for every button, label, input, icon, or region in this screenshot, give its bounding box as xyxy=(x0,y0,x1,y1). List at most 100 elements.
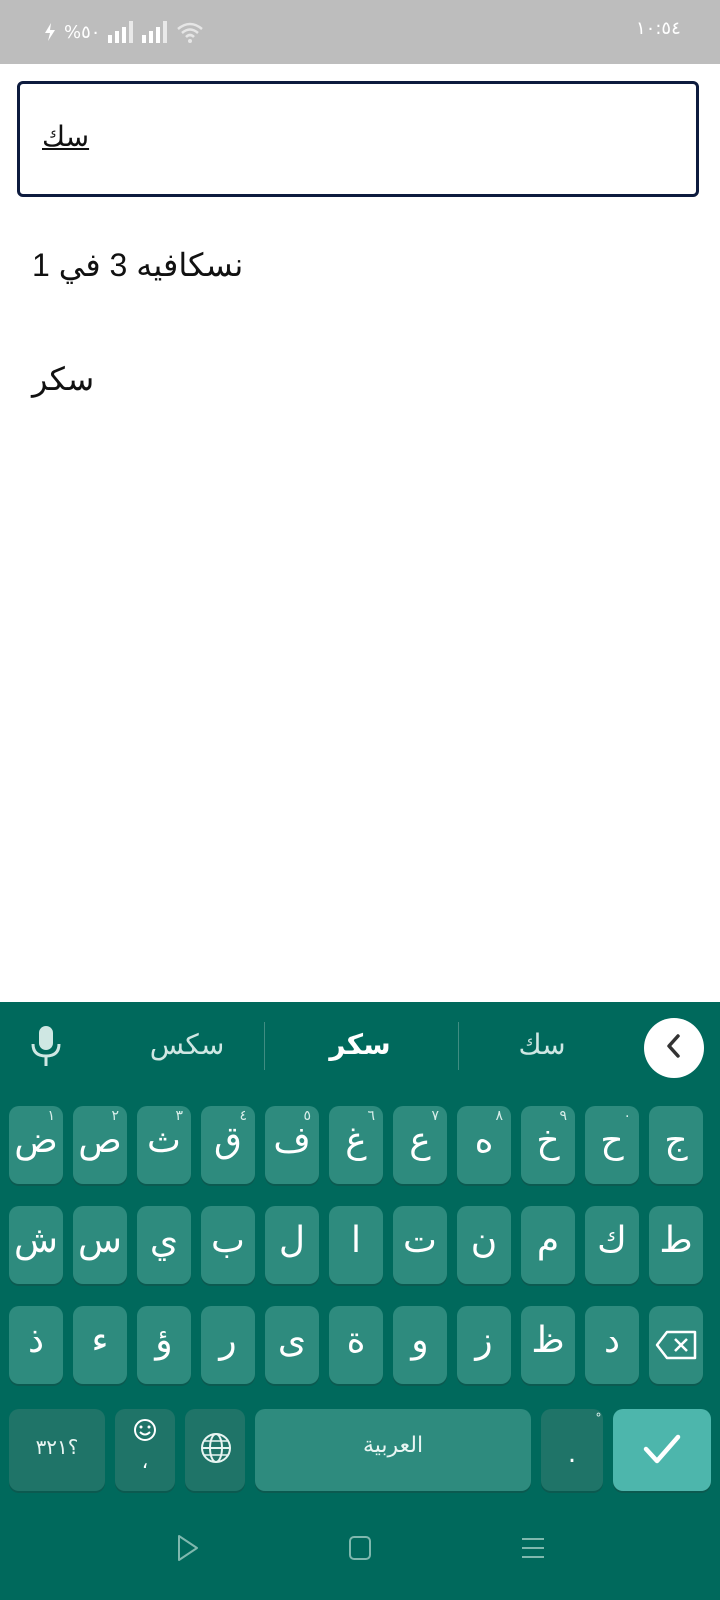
letter-key[interactable]: ذ xyxy=(9,1306,63,1384)
key-char: ث xyxy=(147,1120,181,1161)
home-icon[interactable] xyxy=(348,1534,372,1566)
menu-icon[interactable] xyxy=(520,1534,546,1566)
letter-key[interactable]: س xyxy=(73,1206,127,1284)
letter-key[interactable]: ت xyxy=(393,1206,447,1284)
letter-key[interactable]: ى xyxy=(265,1306,319,1384)
letter-key[interactable]: و xyxy=(393,1306,447,1384)
letter-key[interactable]: ز xyxy=(457,1306,511,1384)
letter-key[interactable]: ا xyxy=(329,1206,383,1284)
status-icons: %٥٠ xyxy=(44,18,204,46)
letter-key[interactable]: د xyxy=(585,1306,639,1384)
key-char: ع xyxy=(409,1120,431,1161)
letter-key[interactable]: ع٧ xyxy=(393,1106,447,1184)
suggestion-bar: سكس سكر سك xyxy=(0,1002,720,1088)
letter-key[interactable]: ة xyxy=(329,1306,383,1384)
key-char: ت xyxy=(403,1220,437,1261)
key-char: ا xyxy=(350,1220,361,1261)
result-item[interactable]: سكر xyxy=(32,360,94,398)
enter-key[interactable] xyxy=(613,1409,711,1491)
backspace-icon xyxy=(655,1330,697,1364)
key-char: غ xyxy=(345,1120,367,1161)
key-char: و xyxy=(411,1320,429,1361)
key-char: خ xyxy=(536,1120,560,1161)
back-icon[interactable] xyxy=(176,1534,200,1566)
key-char: س xyxy=(78,1220,122,1261)
key-hint: ٢ xyxy=(111,1108,119,1124)
signal-icon-2 xyxy=(142,21,168,43)
key-char: ى xyxy=(277,1320,307,1361)
status-bar: %٥٠ ١٠:٥٤ xyxy=(0,0,720,64)
search-input[interactable]: سك xyxy=(17,81,699,197)
letter-key[interactable]: خ٩ xyxy=(521,1106,575,1184)
key-hint: ٥ xyxy=(303,1108,311,1124)
key-char: ل xyxy=(278,1220,306,1261)
letter-key[interactable]: ث٣ xyxy=(137,1106,191,1184)
suggestion-divider xyxy=(458,1022,459,1070)
letter-key[interactable]: ب xyxy=(201,1206,255,1284)
key-char: ح xyxy=(600,1120,624,1161)
key-hint: ٨ xyxy=(495,1108,503,1124)
letter-key[interactable]: ض١ xyxy=(9,1106,63,1184)
key-char: ء xyxy=(91,1320,109,1361)
letter-key[interactable]: ش xyxy=(9,1206,63,1284)
language-key[interactable] xyxy=(185,1409,245,1491)
letter-key[interactable]: ه٨ xyxy=(457,1106,511,1184)
letter-key[interactable]: ق٤ xyxy=(201,1106,255,1184)
letter-key[interactable]: ص٢ xyxy=(73,1106,127,1184)
key-char: ض xyxy=(14,1120,58,1161)
period-key[interactable]: ْ . xyxy=(541,1409,603,1491)
suggestion-left[interactable]: سكس xyxy=(112,1028,262,1061)
key-char: ج xyxy=(664,1120,688,1161)
letter-key[interactable]: ي xyxy=(137,1206,191,1284)
suggestion-right[interactable]: سك xyxy=(460,1028,624,1061)
letter-key[interactable]: ل xyxy=(265,1206,319,1284)
key-char: ر xyxy=(219,1320,237,1361)
letter-key[interactable]: ح٠ xyxy=(585,1106,639,1184)
letter-key[interactable]: ظ xyxy=(521,1306,575,1384)
globe-icon xyxy=(199,1431,233,1469)
key-char: ش xyxy=(14,1220,58,1261)
emoji-key[interactable]: ، xyxy=(115,1409,175,1491)
key-char: ذ xyxy=(27,1320,45,1361)
backspace-key[interactable] xyxy=(649,1306,703,1384)
suggestion-center[interactable]: سكر xyxy=(268,1028,452,1061)
letter-key[interactable]: ر xyxy=(201,1306,255,1384)
space-key[interactable]: العربية xyxy=(255,1409,531,1491)
microphone-icon[interactable] xyxy=(28,1024,64,1068)
key-hint: ٤ xyxy=(239,1108,247,1124)
status-time: ١٠:٥٤ xyxy=(636,18,681,39)
key-char: ف xyxy=(273,1120,311,1161)
letter-key[interactable]: ج xyxy=(649,1106,703,1184)
suggestion-divider xyxy=(264,1022,265,1070)
key-hint: ٩ xyxy=(559,1108,567,1124)
result-item[interactable]: نسكافيه 3 في 1 xyxy=(32,246,243,284)
letter-key[interactable]: ؤ xyxy=(137,1306,191,1384)
letter-key[interactable]: م xyxy=(521,1206,575,1284)
key-char: ه xyxy=(474,1120,494,1161)
key-char: ط xyxy=(659,1220,693,1261)
letter-key[interactable]: غ٦ xyxy=(329,1106,383,1184)
navigation-bar xyxy=(0,1508,720,1600)
letter-key[interactable]: ك xyxy=(585,1206,639,1284)
search-input-value[interactable]: سك xyxy=(42,120,89,153)
key-char: ق xyxy=(214,1120,242,1161)
key-hint: ٦ xyxy=(367,1108,375,1124)
signal-icon xyxy=(108,21,134,43)
key-hint: ٠ xyxy=(623,1108,631,1124)
key-char: د xyxy=(603,1320,621,1361)
key-char: ز xyxy=(475,1320,493,1361)
letter-key[interactable]: ف٥ xyxy=(265,1106,319,1184)
symbols-key[interactable]: ؟٣٢١ xyxy=(9,1409,105,1491)
chevron-left-icon xyxy=(663,1033,685,1063)
key-char: ي xyxy=(149,1220,179,1261)
collapse-suggestions-button[interactable] xyxy=(644,1018,704,1078)
key-hint: ٧ xyxy=(431,1108,439,1124)
letter-key[interactable]: ء xyxy=(73,1306,127,1384)
key-hint: ٣ xyxy=(175,1108,183,1124)
keyboard: سكس سكر سك ؟٣٢١ ، العربية ْ . xyxy=(0,1002,720,1600)
letter-key[interactable]: ن xyxy=(457,1206,511,1284)
key-char: ظ xyxy=(531,1320,565,1361)
key-char: ة xyxy=(346,1320,366,1361)
battery-percent: %٥٠ xyxy=(64,21,101,43)
letter-key[interactable]: ط xyxy=(649,1206,703,1284)
